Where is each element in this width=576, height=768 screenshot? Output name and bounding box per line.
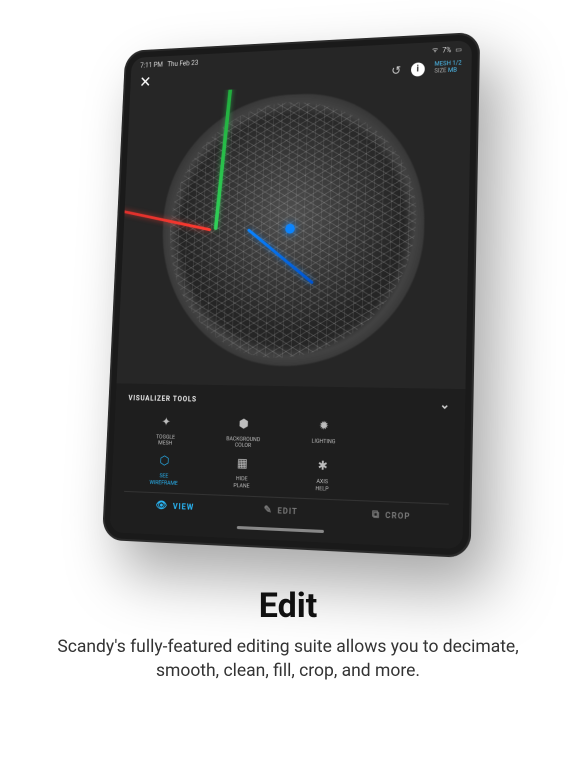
tab-crop[interactable]: ⧉ CROP (335, 500, 449, 531)
tool-axis-help[interactable]: ✱ AXIS HELP (286, 457, 359, 494)
close-button[interactable]: ✕ (139, 75, 151, 90)
tool-background-color[interactable]: ⬢ BACKGROUND COLOR (208, 415, 279, 451)
tab-view[interactable]: 👁 VIEW (123, 492, 228, 522)
marketing-caption: Edit Scandy's fully-featured editing sui… (0, 570, 576, 683)
tools-header: VISUALIZER TOOLS ⌄ (128, 391, 451, 411)
status-time: 7:11 PM (140, 61, 163, 70)
marketing-stage: 7:11 PM Thu Feb 23 ᯤ 7% ▭ ✕ ↺ i MESH 1/2 (0, 10, 576, 570)
tool-label: HIDE PLANE (233, 476, 250, 489)
status-right: ᯤ 7% ▭ (432, 45, 462, 55)
plane-icon: ▦ (233, 455, 251, 474)
status-date: Thu Feb 23 (167, 59, 198, 68)
status-time-date: 7:11 PM Thu Feb 23 (140, 59, 198, 69)
pencil-icon: ✎ (263, 505, 272, 517)
crop-icon: ⧉ (372, 509, 380, 521)
tab-label: VIEW (173, 502, 195, 512)
undo-button[interactable]: ↺ (391, 63, 401, 77)
tool-label: TOGGLE MESH (156, 434, 175, 447)
battery-icon: ▭ (455, 45, 462, 53)
home-indicator (237, 526, 324, 533)
tool-label: SEE WIREFRAME (149, 473, 178, 487)
tool-hide-plane[interactable]: ▦ HIDE PLANE (207, 454, 278, 491)
tool-toggle-mesh[interactable]: ✦ TOGGLE MESH (132, 413, 201, 448)
axis-icon: ✱ (314, 457, 332, 476)
wifi-icon: ᯤ (432, 46, 439, 55)
tools-title: VISUALIZER TOOLS (128, 394, 197, 403)
tab-label: EDIT (277, 506, 298, 516)
aperture-icon: ✦ (158, 413, 175, 431)
visualizer-tools-panel: VISUALIZER TOOLS ⌄ ✦ TOGGLE MESH ⬢ BACKG… (110, 383, 466, 549)
3d-viewport[interactable] (117, 79, 472, 389)
caption-body: Scandy's fully-featured editing suite al… (30, 636, 546, 683)
collapse-tools-button[interactable]: ⌄ (440, 397, 451, 412)
tool-see-wireframe[interactable]: ⬡ SEE WIREFRAME (130, 452, 199, 488)
tab-edit[interactable]: ✎ EDIT (227, 496, 336, 526)
tab-label: CROP (385, 511, 411, 522)
mesh-info: MESH 1/2 SIZE MB (434, 61, 461, 75)
light-icon: ✹ (315, 417, 333, 436)
caption-title: Edit (30, 586, 546, 626)
app-screen: 7:11 PM Thu Feb 23 ᯤ 7% ▭ ✕ ↺ i MESH 1/2 (110, 40, 472, 549)
tablet-device-frame: 7:11 PM Thu Feb 23 ᯤ 7% ▭ ✕ ↺ i MESH 1/2 (102, 32, 480, 558)
tools-grid: ✦ TOGGLE MESH ⬢ BACKGROUND COLOR ✹ LIGHT… (124, 413, 450, 504)
hexagon-icon: ⬢ (235, 415, 253, 434)
tool-lighting[interactable]: ✹ LIGHTING (287, 416, 360, 452)
eye-icon: 👁 (155, 500, 168, 512)
tool-label: BACKGROUND COLOR (226, 436, 260, 450)
wireframe-icon: ⬡ (156, 453, 173, 471)
tool-label: LIGHTING (311, 438, 335, 445)
top-bar-right: ↺ i MESH 1/2 SIZE MB (391, 60, 462, 77)
tool-label: AXIS HELP (315, 479, 329, 493)
info-button[interactable]: i (411, 62, 425, 76)
battery-pct: 7% (442, 46, 451, 54)
